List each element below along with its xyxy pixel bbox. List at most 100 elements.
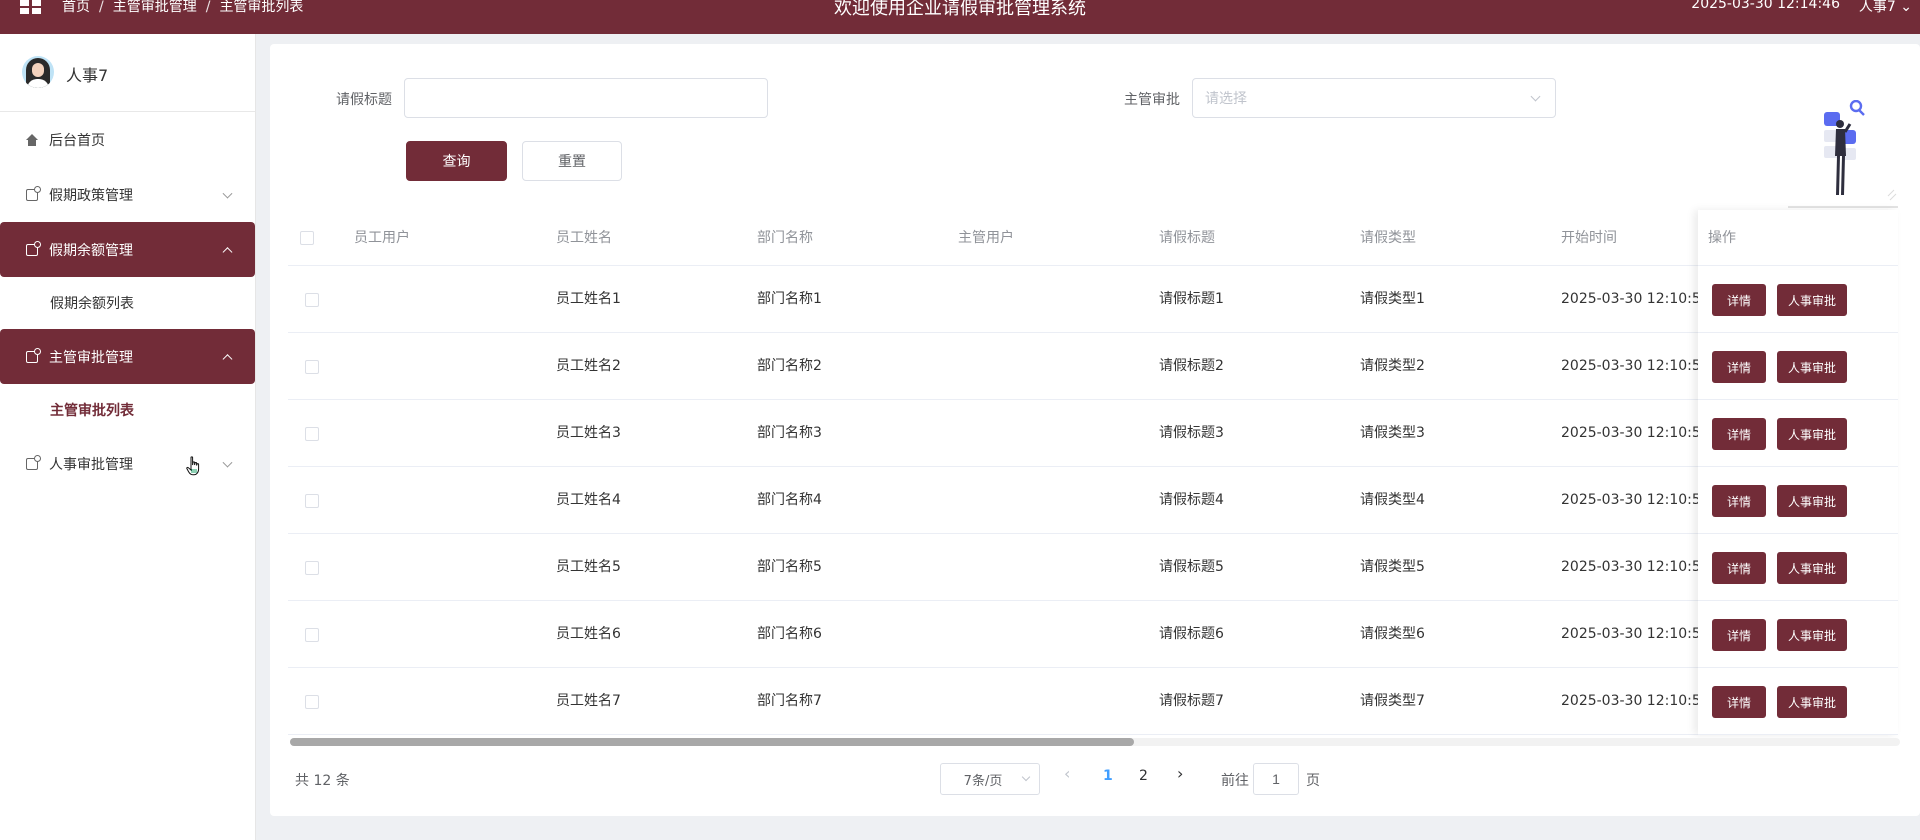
sidebar-item-leave-policy[interactable]: 假期政策管理 <box>0 167 255 222</box>
action-row: 详情 人事审批 <box>1698 467 1898 534</box>
table-row[interactable]: 员工姓名2 部门名称2 请假标题2 请假类型2 2025-03-30 12:10:58 <box>288 333 1898 400</box>
hr-approval-button[interactable]: 人事审批 <box>1777 284 1847 316</box>
goto-page-input[interactable] <box>1253 763 1299 795</box>
table-cell-title: 请假标题5 <box>1159 559 1224 575</box>
sidebar-subitem-manager-approval-list[interactable]: 主管审批列表 <box>0 384 255 436</box>
table-cell-type: 请假类型4 <box>1360 492 1425 508</box>
sidebar-item-label: 主管审批管理 <box>49 349 133 366</box>
table-cell-type: 请假类型2 <box>1360 358 1425 374</box>
table-cell-dept: 部门名称7 <box>757 693 822 709</box>
page-suffix-label: 页 <box>1306 773 1320 789</box>
hr-approval-button[interactable]: 人事审批 <box>1777 686 1847 718</box>
table-cell-start: 2025-03-30 12:10:58 <box>1561 693 1710 709</box>
hr-approval-button[interactable]: 人事审批 <box>1777 485 1847 517</box>
hr-approval-button[interactable]: 人事审批 <box>1777 619 1847 651</box>
query-button[interactable]: 查询 <box>406 141 507 181</box>
prev-page-button[interactable]: ‹ <box>1064 764 1070 783</box>
detail-button[interactable]: 详情 <box>1712 418 1766 450</box>
table-row[interactable]: 员工姓名5 部门名称5 请假标题5 请假类型5 2025-03-30 12:10:58 <box>288 534 1898 601</box>
hand-cursor-icon <box>186 456 200 476</box>
search-person-illustration <box>1788 100 1898 208</box>
table-row[interactable]: 员工姓名7 部门名称7 请假标题7 请假类型7 2025-03-30 12:10:58 <box>288 668 1898 735</box>
scrollbar-thumb[interactable] <box>290 738 1134 746</box>
table-cell-name: 员工姓名3 <box>556 425 621 441</box>
page-size-value: 7条/页 <box>963 773 1003 789</box>
column-header: 主管用户 <box>958 230 1014 246</box>
table-cell-type: 请假类型1 <box>1360 291 1425 307</box>
sidebar-item-dashboard[interactable]: 后台首页 <box>0 112 255 167</box>
column-header: 请假类型 <box>1360 230 1416 246</box>
row-checkbox[interactable] <box>305 360 319 374</box>
hr-approval-button[interactable]: 人事审批 <box>1777 351 1847 383</box>
page-1-button[interactable]: 1 <box>1103 768 1113 784</box>
table-row[interactable]: 员工姓名4 部门名称4 请假标题4 请假类型4 2025-03-30 12:10:58 <box>288 467 1898 534</box>
row-checkbox[interactable] <box>305 494 319 508</box>
sidebar-item-label: 人事审批管理 <box>49 456 133 473</box>
table-header: 员工用户 员工姓名 部门名称 主管用户 请假标题 请假类型 开始时间 <box>288 210 1898 266</box>
table-row[interactable]: 员工姓名6 部门名称6 请假标题6 请假类型6 2025-03-30 12:10:58 <box>288 601 1898 668</box>
table-cell-title: 请假标题4 <box>1159 492 1224 508</box>
table-cell-name: 员工姓名2 <box>556 358 621 374</box>
action-row: 详情 人事审批 <box>1698 266 1898 333</box>
next-page-button[interactable]: › <box>1177 764 1183 783</box>
table-cell-start: 2025-03-30 12:10:58 <box>1561 425 1710 441</box>
chevron-down-icon <box>222 188 233 199</box>
page-2-button[interactable]: 2 <box>1139 768 1148 784</box>
table-row[interactable]: 员工姓名3 部门名称3 请假标题3 请假类型3 2025-03-30 12:10:58 <box>288 400 1898 467</box>
row-checkbox[interactable] <box>305 427 319 441</box>
sidebar-item-label: 假期政策管理 <box>49 187 133 204</box>
goto-label: 前往 <box>1221 773 1249 789</box>
table-cell-dept: 部门名称5 <box>757 559 822 575</box>
detail-button[interactable]: 详情 <box>1712 619 1766 651</box>
title-filter-label: 请假标题 <box>336 92 392 108</box>
chevron-down-icon <box>1530 91 1541 102</box>
home-icon <box>25 133 39 147</box>
chevron-down-icon: ⌄ <box>1895 0 1912 15</box>
chevron-down-icon <box>1021 772 1031 782</box>
avatar <box>22 56 54 88</box>
column-header: 员工用户 <box>354 230 410 246</box>
sidebar-item-manager-approval[interactable]: 主管审批管理 <box>0 329 255 384</box>
table-cell-name: 员工姓名5 <box>556 559 621 575</box>
user-menu[interactable]: 人事7 ⌄ <box>1859 0 1912 16</box>
chevron-down-icon <box>222 457 233 468</box>
document-icon <box>25 347 41 364</box>
approval-filter-select[interactable]: 请选择 <box>1192 78 1556 118</box>
chevron-up-icon <box>222 353 233 364</box>
table-cell-dept: 部门名称3 <box>757 425 822 441</box>
action-row: 详情 人事审批 <box>1698 333 1898 400</box>
horizontal-scrollbar[interactable] <box>290 738 1900 746</box>
hr-approval-button[interactable]: 人事审批 <box>1777 552 1847 584</box>
column-header: 请假标题 <box>1159 230 1215 246</box>
datetime-display: 2025-03-30 12:14:46 <box>1691 0 1840 12</box>
detail-button[interactable]: 详情 <box>1712 552 1766 584</box>
page-size-select[interactable]: 7条/页 <box>940 763 1040 795</box>
row-checkbox[interactable] <box>305 293 319 307</box>
table-cell-start: 2025-03-30 12:10:58 <box>1561 492 1710 508</box>
detail-button[interactable]: 详情 <box>1712 351 1766 383</box>
profile-name: 人事7 <box>66 66 109 85</box>
table-cell-title: 请假标题2 <box>1159 358 1224 374</box>
detail-button[interactable]: 详情 <box>1712 284 1766 316</box>
table-cell-start: 2025-03-30 12:10:58 <box>1561 291 1710 307</box>
row-checkbox[interactable] <box>305 561 319 575</box>
hr-approval-button[interactable]: 人事审批 <box>1777 418 1847 450</box>
table-cell-start: 2025-03-30 12:10:58 <box>1561 358 1710 374</box>
reset-button[interactable]: 重置 <box>522 141 622 181</box>
table-cell-name: 员工姓名4 <box>556 492 621 508</box>
sidebar-subitem-leave-balance-list[interactable]: 假期余额列表 <box>0 277 255 329</box>
action-row: 详情 人事审批 <box>1698 534 1898 601</box>
sidebar-item-hr-approval[interactable]: 人事审批管理 <box>0 436 255 491</box>
table-cell-type: 请假类型7 <box>1360 693 1425 709</box>
action-row: 详情 人事审批 <box>1698 668 1898 735</box>
title-filter-input[interactable] <box>404 78 768 118</box>
chevron-up-icon <box>222 246 233 257</box>
row-checkbox[interactable] <box>305 628 319 642</box>
detail-button[interactable]: 详情 <box>1712 686 1766 718</box>
detail-button[interactable]: 详情 <box>1712 485 1766 517</box>
select-all-checkbox[interactable] <box>300 231 314 245</box>
sidebar-item-leave-balance[interactable]: 假期余额管理 <box>0 222 255 277</box>
row-checkbox[interactable] <box>305 695 319 709</box>
table-row[interactable]: 员工姓名1 部门名称1 请假标题1 请假类型1 2025-03-30 12:10:58 <box>288 266 1898 333</box>
table-cell-name: 员工姓名1 <box>556 291 621 307</box>
